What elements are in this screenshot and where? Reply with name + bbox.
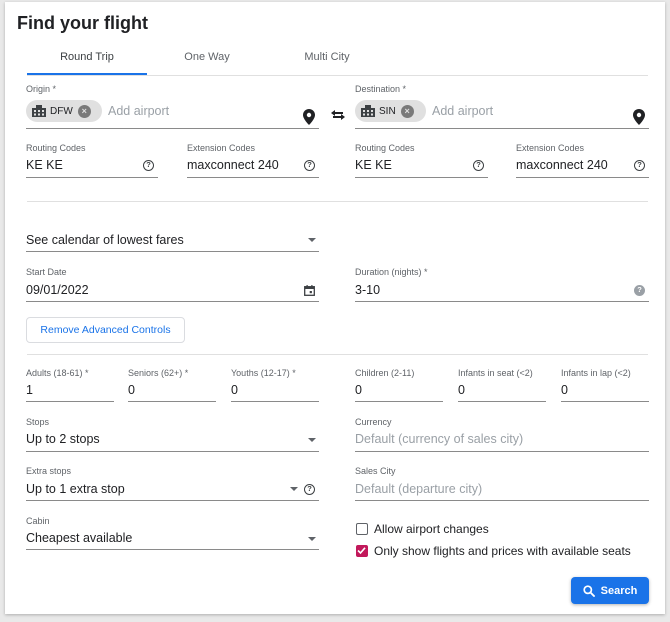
page-title: Find your flight — [17, 13, 148, 33]
destination-chip-label: SIN — [379, 105, 396, 117]
extra-stops-label: Extra stops — [26, 466, 72, 476]
calendar-icon[interactable] — [304, 285, 315, 296]
cabin-label: Cabin — [26, 516, 50, 526]
destination-extension-underline — [516, 177, 649, 178]
infants-seat-label: Infants in seat (<2) — [458, 368, 533, 378]
location-pin-icon[interactable] — [633, 109, 645, 125]
origin-routing-label: Routing Codes — [26, 143, 86, 153]
adults-underline — [26, 401, 114, 402]
seniors-underline — [128, 401, 216, 402]
infants-lap-underline — [561, 401, 649, 402]
infants-seat-input[interactable]: 0 — [458, 383, 465, 397]
help-icon[interactable]: ? — [304, 160, 315, 171]
origin-chip[interactable]: DFW × — [26, 100, 102, 122]
chip-remove-icon[interactable]: × — [77, 104, 91, 118]
currency-input[interactable]: Default (currency of sales city) — [355, 432, 523, 446]
stops-label: Stops — [26, 417, 50, 427]
tab-multi-city[interactable]: Multi City — [267, 51, 387, 75]
children-underline — [355, 401, 443, 402]
origin-routing-input[interactable]: KE KE — [26, 158, 63, 172]
destination-label: Destination * — [355, 84, 407, 94]
children-input[interactable]: 0 — [355, 383, 362, 397]
destination-routing-underline — [355, 177, 488, 178]
infants-seat-underline — [458, 401, 546, 402]
tab-one-way[interactable]: One Way — [147, 51, 267, 75]
destination-chip[interactable]: SIN × — [355, 100, 426, 122]
cabin-underline — [26, 549, 319, 550]
seniors-label: Seniors (62+) * — [128, 368, 189, 378]
origin-chip-label: DFW — [50, 105, 73, 117]
destination-input[interactable]: Add airport — [432, 104, 493, 118]
destination-routing-input[interactable]: KE KE — [355, 158, 392, 172]
city-icon — [361, 105, 375, 117]
section-divider — [27, 201, 648, 202]
duration-input[interactable]: 3-10 — [355, 283, 380, 297]
help-icon[interactable]: ? — [634, 285, 645, 296]
city-icon — [32, 105, 46, 117]
available-seats-label: Only show flights and prices with availa… — [374, 544, 631, 558]
destination-routing-label: Routing Codes — [355, 143, 415, 153]
youths-label: Youths (12-17) * — [231, 368, 296, 378]
origin-input[interactable]: Add airport — [108, 104, 169, 118]
destination-underline — [355, 128, 649, 129]
destination-extension-label: Extension Codes — [516, 143, 585, 153]
search-button-label: Search — [600, 584, 638, 597]
tab-divider — [27, 75, 648, 76]
seniors-input[interactable]: 0 — [128, 383, 135, 397]
available-seats-checkbox[interactable] — [356, 545, 368, 557]
origin-extension-underline — [187, 177, 319, 178]
start-date-input[interactable]: 09/01/2022 — [26, 283, 89, 297]
calendar-select-underline — [26, 251, 319, 252]
chevron-down-icon[interactable] — [290, 487, 298, 491]
sales-city-input[interactable]: Default (departure city) — [355, 482, 482, 496]
adults-label: Adults (18-61) * — [26, 368, 89, 378]
extra-stops-underline — [26, 500, 319, 501]
destination-extension-input[interactable]: maxconnect 240 — [516, 158, 608, 172]
extra-stops-select[interactable]: Up to 1 extra stop — [26, 482, 125, 496]
cabin-select[interactable]: Cheapest available — [26, 531, 132, 545]
flight-search-card: Find your flight Round Trip One Way Mult… — [5, 2, 665, 614]
search-icon — [582, 584, 595, 597]
youths-input[interactable]: 0 — [231, 383, 238, 397]
chevron-down-icon[interactable] — [308, 438, 316, 442]
checkmark-icon — [357, 547, 366, 555]
infants-lap-label: Infants in lap (<2) — [561, 368, 631, 378]
origin-routing-underline — [26, 177, 158, 178]
section-divider — [27, 354, 648, 355]
sales-city-underline — [355, 500, 649, 501]
help-icon[interactable]: ? — [143, 160, 154, 171]
help-icon[interactable]: ? — [634, 160, 645, 171]
origin-underline — [26, 128, 319, 129]
youths-underline — [231, 401, 319, 402]
help-icon[interactable]: ? — [473, 160, 484, 171]
infants-lap-input[interactable]: 0 — [561, 383, 568, 397]
tab-round-trip[interactable]: Round Trip — [27, 51, 147, 75]
origin-label: Origin * — [26, 84, 57, 94]
children-label: Children (2-11) — [355, 368, 415, 378]
location-pin-icon[interactable] — [303, 109, 315, 125]
start-date-underline — [26, 301, 319, 302]
remove-advanced-controls-button[interactable]: Remove Advanced Controls — [26, 317, 185, 343]
duration-label: Duration (nights) * — [355, 267, 428, 277]
allow-airport-changes-label: Allow airport changes — [374, 522, 489, 536]
currency-underline — [355, 451, 649, 452]
calendar-select[interactable]: See calendar of lowest fares — [26, 233, 184, 247]
help-icon[interactable]: ? — [304, 484, 315, 495]
adults-input[interactable]: 1 — [26, 383, 33, 397]
chip-remove-icon[interactable]: × — [400, 104, 414, 118]
chevron-down-icon[interactable] — [308, 537, 316, 541]
stops-select[interactable]: Up to 2 stops — [26, 432, 100, 446]
allow-airport-changes-checkbox[interactable] — [356, 523, 368, 535]
stops-underline — [26, 451, 319, 452]
tab-active-indicator — [27, 73, 147, 75]
start-date-label: Start Date — [26, 267, 67, 277]
search-button[interactable]: Search — [571, 577, 649, 604]
currency-label: Currency — [355, 417, 392, 427]
origin-extension-input[interactable]: maxconnect 240 — [187, 158, 279, 172]
swap-icon[interactable] — [331, 110, 345, 120]
duration-underline — [355, 301, 649, 302]
sales-city-label: Sales City — [355, 466, 396, 476]
chevron-down-icon[interactable] — [308, 238, 316, 242]
origin-extension-label: Extension Codes — [187, 143, 256, 153]
